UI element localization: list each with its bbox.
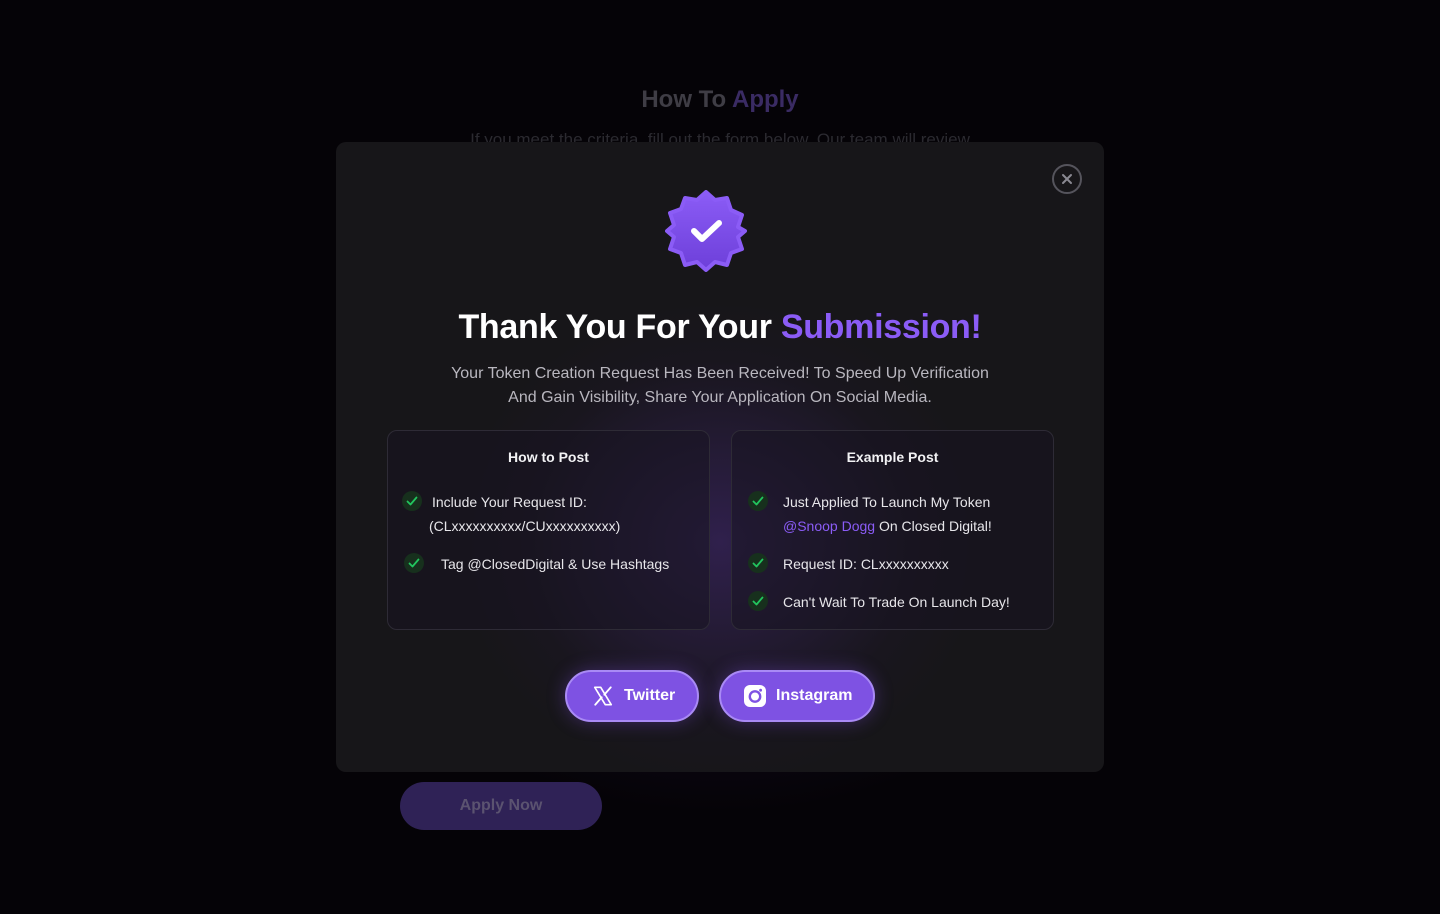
example-post-item-1-line-2: @Snoop Dogg On Closed Digital!	[783, 514, 992, 538]
description-line-1: Your Token Creation Request Has Been Rec…	[451, 365, 989, 382]
check-icon	[402, 491, 422, 511]
example-post-title: Example Post	[846, 449, 939, 465]
apply-now-button[interactable]: Apply Now	[400, 782, 602, 830]
example-post-item-2: Request ID: CLxxxxxxxxxx	[783, 556, 949, 572]
check-icon	[748, 553, 768, 573]
how-to-post-card: How to Post Include Your Request ID: (CL…	[387, 430, 710, 630]
how-to-post-item-2: Tag @ClosedDigital & Use Hashtags	[441, 556, 670, 572]
modal-title-prefix: Thank You For Your	[458, 308, 772, 346]
how-to-post-item-1-line-2: (CLxxxxxxxxxx/CUxxxxxxxxxx)	[429, 518, 621, 534]
verified-badge-icon	[665, 190, 747, 272]
example-post-item-1-rest: On Closed Digital!	[875, 518, 992, 534]
share-instagram-button[interactable]: Instagram	[719, 670, 875, 722]
example-post-item-1-line-1: Just Applied To Launch My Token	[783, 494, 991, 510]
mention-link: @Snoop Dogg	[783, 518, 876, 534]
check-icon	[404, 553, 424, 573]
check-icon	[748, 491, 768, 511]
twitter-button-label: Twitter	[624, 687, 676, 704]
example-post-item-3: Can't Wait To Trade On Launch Day!	[783, 594, 1010, 610]
example-post-card: Example Post Just Applied To Launch My T…	[731, 430, 1054, 630]
check-icon	[748, 591, 768, 611]
submission-success-modal: Thank You For Your Submission! Your Toke…	[336, 142, 1104, 772]
x-logo-icon	[591, 684, 615, 708]
share-twitter-button[interactable]: Twitter	[565, 670, 699, 722]
close-icon	[1062, 174, 1072, 184]
page-title-prefix: How To	[641, 86, 727, 113]
modal-title: Thank You For Your Submission!	[336, 308, 1104, 347]
instagram-logo-icon	[743, 684, 767, 708]
modal-title-accent: Submission!	[780, 308, 982, 346]
page-title-accent: Apply	[731, 86, 799, 113]
page-title: How To Apply	[0, 86, 1440, 114]
close-button[interactable]	[1052, 164, 1082, 194]
modal-description: Your Token Creation Request Has Been Rec…	[410, 362, 1030, 410]
instagram-button-label: Instagram	[776, 687, 853, 704]
how-to-post-item-1-line-1: Include Your Request ID:	[432, 494, 587, 510]
how-to-post-title: How to Post	[508, 449, 589, 465]
description-line-2: And Gain Visibility, Share Your Applicat…	[508, 389, 932, 406]
